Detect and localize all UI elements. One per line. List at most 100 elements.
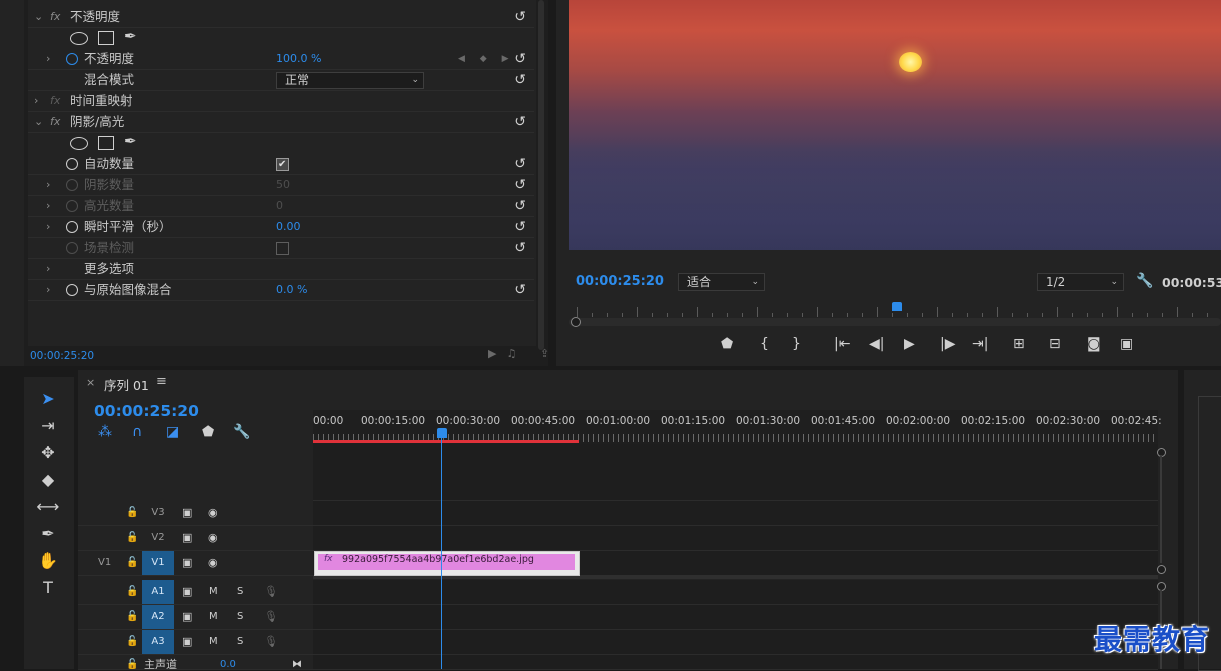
pen-mask-icon[interactable]: ✒	[124, 132, 137, 150]
film-icon[interactable]: ▣	[182, 580, 192, 604]
snap-icon[interactable]: ∩	[132, 424, 142, 440]
sequence-tab[interactable]: 序列 01	[104, 375, 149, 394]
mic-icon[interactable]: 🎙	[264, 605, 278, 629]
mute-button[interactable]: M	[209, 605, 218, 629]
chevron-down-icon[interactable]: ⌄	[34, 112, 43, 132]
close-icon[interactable]: ×	[86, 376, 95, 389]
reset-icon[interactable]: ↺	[514, 196, 526, 216]
mic-icon[interactable]: 🎙	[264, 580, 278, 604]
chevron-right-icon[interactable]: ›	[46, 280, 50, 300]
play-icon[interactable]: ▶	[904, 336, 915, 352]
step-back-icon[interactable]: ◀|	[869, 336, 884, 352]
timeline-playhead-line[interactable]	[441, 438, 442, 669]
shadow-highlight-effect-row[interactable]: ⌄ fx 阴影/高光 ↺	[28, 112, 534, 133]
blend-mode-select[interactable]: 正常 ⌄	[276, 72, 424, 89]
film-icon[interactable]: ▣	[182, 526, 192, 550]
lift-icon[interactable]: ⊞	[1013, 336, 1025, 352]
opacity-param-row[interactable]: › 不透明度 100.0 % ◀ ◆ ▶ ↺	[28, 49, 534, 70]
extract-icon[interactable]: ⊟	[1049, 336, 1061, 352]
fx-badge[interactable]: fx	[50, 112, 60, 132]
film-icon[interactable]: ▣	[182, 501, 192, 525]
step-forward-icon[interactable]: |▶	[940, 336, 955, 352]
timeline-playhead-handle[interactable]	[437, 428, 447, 438]
camera-icon[interactable]: ◙	[1087, 336, 1101, 352]
film-icon[interactable]: ▣	[182, 551, 192, 575]
go-to-end-icon[interactable]: ⧓	[292, 655, 302, 669]
rect-mask-icon[interactable]	[98, 31, 114, 45]
ripple-edit-tool-icon[interactable]: ✥	[34, 441, 62, 465]
work-area-bar[interactable]	[313, 440, 579, 443]
mute-button[interactable]: M	[209, 580, 218, 604]
stopwatch-icon[interactable]	[66, 284, 78, 296]
chevron-down-icon[interactable]: ⌄	[34, 7, 43, 27]
opacity-value[interactable]: 100.0 %	[276, 49, 321, 69]
pen-tool-icon[interactable]: ✒	[34, 522, 62, 546]
add-marker-icon[interactable]: ⬟	[202, 424, 214, 440]
track-name[interactable]: A1	[142, 580, 174, 604]
lock-icon[interactable]: 🔓	[126, 501, 138, 525]
mark-in-icon[interactable]: {	[760, 336, 769, 352]
stopwatch-icon[interactable]	[66, 53, 78, 65]
slip-tool-icon[interactable]: ⟷	[34, 495, 62, 519]
track-lane-a2[interactable]	[313, 605, 1158, 630]
program-playhead[interactable]	[892, 302, 902, 311]
razor-tool-icon[interactable]: ◆	[34, 468, 62, 492]
type-tool-icon[interactable]: T	[34, 576, 62, 600]
scroll-handle[interactable]	[1157, 565, 1166, 574]
wrench-icon[interactable]: 🔧	[233, 424, 250, 440]
fx-badge[interactable]: fx	[50, 91, 60, 111]
eye-icon[interactable]: ◉	[208, 551, 218, 575]
stopwatch-icon[interactable]	[66, 158, 78, 170]
lock-icon[interactable]: 🔓	[126, 526, 138, 550]
track-name[interactable]: A2	[142, 605, 174, 629]
track-lane-a3[interactable]	[313, 630, 1158, 655]
program-timecode[interactable]: 00:00:25:20	[576, 274, 664, 289]
marker-icon[interactable]: ⬟	[721, 336, 733, 352]
track-lane-master[interactable]	[313, 655, 1158, 670]
keyframe-nav-icon[interactable]: ◀ ◆ ▶	[458, 49, 515, 69]
mute-button[interactable]: M	[209, 630, 218, 654]
more-options-row[interactable]: › 更多选项	[28, 259, 534, 280]
go-to-in-icon[interactable]: |⇤	[834, 336, 850, 352]
lock-icon[interactable]: 🔓	[126, 630, 138, 654]
mark-out-icon[interactable]: }	[792, 336, 801, 352]
ellipse-mask-icon[interactable]	[70, 137, 88, 150]
time-remap-row[interactable]: › fx 时间重映射	[28, 91, 534, 112]
auto-amount-checkbox[interactable]	[276, 155, 289, 175]
film-icon[interactable]: ▣	[182, 630, 192, 654]
chevron-right-icon[interactable]: ›	[46, 196, 50, 216]
clip-fx-badge[interactable]: fx	[324, 554, 333, 564]
rect-mask-icon[interactable]	[98, 136, 114, 150]
effect-controls-footer-icons[interactable]: ▶♫ ⇪	[488, 347, 559, 360]
track-name[interactable]: V2	[142, 526, 174, 550]
chevron-right-icon[interactable]: ›	[46, 175, 50, 195]
panel-menu-icon[interactable]: ≡	[156, 374, 167, 389]
reset-icon[interactable]: ↺	[514, 7, 526, 27]
reset-icon[interactable]: ↺	[514, 238, 526, 258]
chevron-right-icon[interactable]: ›	[46, 259, 50, 279]
track-lane-v2[interactable]	[313, 526, 1158, 551]
reset-icon[interactable]: ↺	[514, 112, 526, 132]
source-patch-v1[interactable]: V1	[98, 551, 111, 575]
track-name[interactable]: V3	[142, 501, 174, 525]
chevron-right-icon[interactable]: ›	[34, 91, 38, 111]
track-lane-v3[interactable]	[313, 501, 1158, 526]
track-name[interactable]: A3	[142, 630, 174, 654]
master-volume-value[interactable]: 0.0	[220, 655, 236, 669]
chevron-right-icon[interactable]: ›	[46, 217, 50, 237]
lock-icon[interactable]: 🔓	[126, 605, 138, 629]
fit-dropdown[interactable]: 适合 ⌄	[678, 273, 765, 291]
go-to-out-icon[interactable]: ⇥|	[972, 336, 988, 352]
reset-icon[interactable]: ↺	[514, 49, 526, 69]
linked-selection-icon[interactable]: ◪	[166, 424, 179, 440]
mic-icon[interactable]: 🎙	[264, 630, 278, 654]
scroll-track[interactable]	[1160, 455, 1162, 563]
reset-icon[interactable]: ↺	[514, 217, 526, 237]
eye-icon[interactable]: ◉	[208, 526, 218, 550]
temporal-smooth-value[interactable]: 0.00	[276, 217, 301, 237]
fx-badge[interactable]: fx	[50, 7, 60, 27]
solo-button[interactable]: S	[237, 580, 243, 604]
chevron-right-icon[interactable]: ›	[46, 49, 50, 69]
reset-icon[interactable]: ↺	[514, 280, 526, 300]
solo-button[interactable]: S	[237, 605, 243, 629]
